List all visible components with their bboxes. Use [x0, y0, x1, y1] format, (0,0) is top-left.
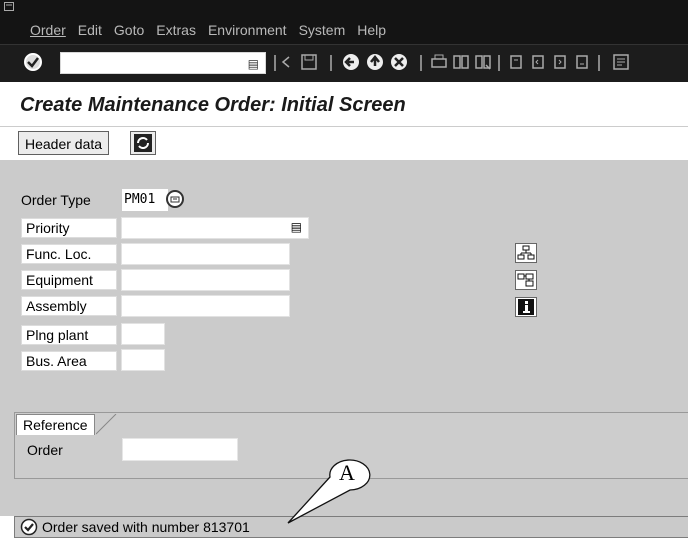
save-icon[interactable] — [298, 51, 320, 73]
assembly-input[interactable] — [121, 295, 290, 317]
command-field[interactable]: ▤ — [60, 52, 266, 74]
order-type-label: Order Type — [21, 192, 91, 208]
reference-tab: Reference — [16, 414, 95, 435]
enter-icon[interactable] — [22, 51, 44, 73]
func-loc-label: Func. Loc. — [21, 244, 117, 264]
status-message[interactable]: Order saved with number 813701 — [42, 518, 250, 536]
print-icon[interactable] — [428, 51, 450, 73]
prev-page-icon[interactable] — [528, 51, 550, 73]
next-page-icon[interactable] — [550, 51, 572, 73]
value-help-icon — [170, 196, 180, 203]
menu-items: Order Edit Goto Extras Environment Syste… — [30, 22, 398, 38]
last-page-icon[interactable] — [572, 51, 594, 73]
refresh-button[interactable] — [130, 131, 156, 155]
menu-goto[interactable]: Goto — [114, 22, 144, 38]
system-menu-icon[interactable] — [4, 2, 14, 11]
cancel-icon[interactable] — [388, 51, 410, 73]
plng-plant-input[interactable] — [121, 323, 165, 345]
reference-order-input[interactable] — [122, 438, 238, 461]
command-history-icon[interactable]: ▤ — [248, 57, 259, 71]
menu-system[interactable]: System — [299, 22, 346, 38]
reference-order-label: Order — [27, 442, 63, 458]
menu-environment[interactable]: Environment — [208, 22, 287, 38]
hierarchy-icon — [517, 273, 534, 287]
find-next-icon[interactable] — [472, 51, 494, 73]
structure-icon — [517, 245, 535, 260]
refresh-icon — [134, 134, 152, 152]
menu-edit[interactable]: Edit — [78, 22, 102, 38]
new-session-icon[interactable] — [610, 51, 632, 73]
hierarchy-button[interactable] — [515, 270, 537, 290]
info-button[interactable] — [515, 297, 537, 317]
menu-extras[interactable]: Extras — [156, 22, 196, 38]
plng-plant-label: Plng plant — [21, 325, 117, 345]
equipment-input[interactable] — [121, 269, 290, 291]
first-page-icon[interactable] — [506, 51, 528, 73]
callout-letter: A — [339, 460, 355, 485]
menu-help[interactable]: Help — [357, 22, 386, 38]
standard-toolbar: ▤ — [0, 44, 688, 83]
page-title: Create Maintenance Order: Initial Screen — [20, 94, 406, 116]
priority-label: Priority — [21, 218, 117, 238]
exit-icon[interactable] — [364, 51, 386, 73]
back-icon[interactable] — [276, 51, 298, 73]
value-help-button[interactable] — [166, 190, 184, 208]
bus-area-label: Bus. Area — [21, 351, 117, 371]
bus-area-input[interactable] — [121, 349, 165, 371]
dropdown-icon[interactable]: ▤ — [291, 220, 302, 234]
success-check-icon — [20, 518, 38, 536]
equipment-label: Equipment — [21, 270, 117, 290]
func-loc-input[interactable] — [121, 243, 290, 265]
order-type-input[interactable]: PM01 — [122, 189, 168, 211]
menu-order[interactable]: Order — [30, 22, 66, 38]
find-icon[interactable] — [450, 51, 472, 73]
structure-button[interactable] — [515, 243, 537, 263]
info-icon — [518, 299, 534, 315]
back-nav-icon[interactable] — [340, 51, 362, 73]
header-data-button[interactable]: Header data — [18, 131, 110, 155]
priority-field[interactable]: ▤ — [121, 217, 309, 239]
tab-slant — [96, 414, 117, 435]
assembly-label: Assembly — [21, 296, 117, 316]
